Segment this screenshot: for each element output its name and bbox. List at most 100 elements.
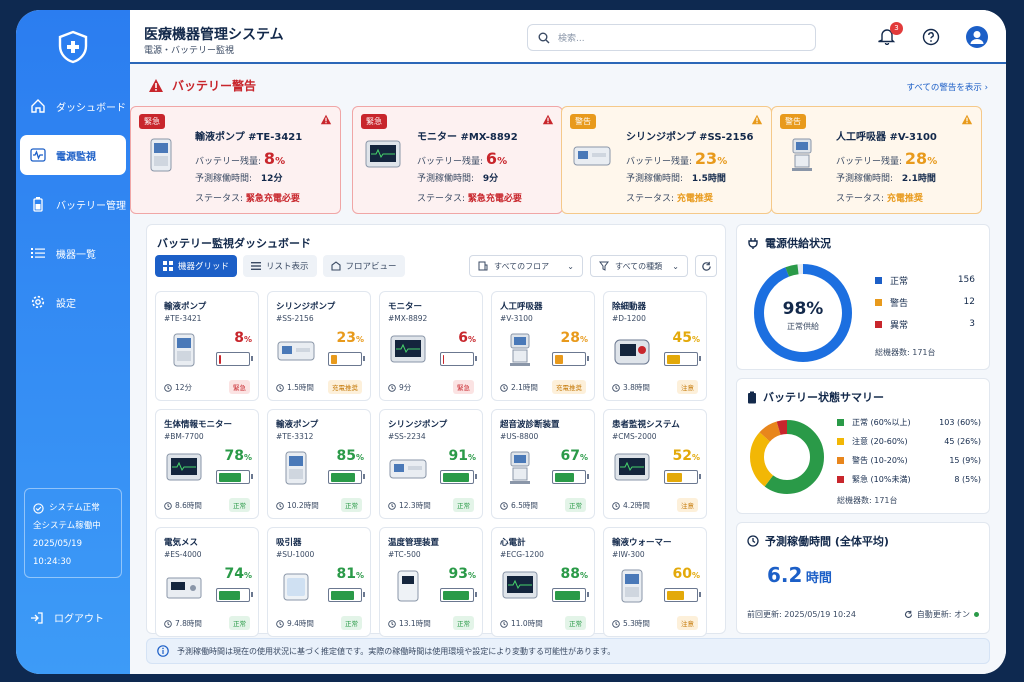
type-filter-value: すべての種類 (615, 261, 663, 271)
device-image (612, 568, 652, 604)
tab-list-view[interactable]: リスト表示 (243, 255, 317, 277)
building-icon (478, 261, 488, 271)
user-avatar-icon[interactable] (966, 26, 988, 48)
device-image (276, 568, 316, 604)
alert-card[interactable]: 警告 シリンジポンプ #SS-2156 バッテリー残量: 23% 予測稼働時間:… (561, 106, 772, 214)
device-card[interactable]: 超音波診断装置 #US-8800 67% 6.5時間 正常 (491, 409, 595, 519)
clock-icon (500, 383, 508, 392)
sidebar-item-settings[interactable]: 設定 (20, 282, 126, 322)
runtime-label: 予測稼働時間: (626, 174, 684, 184)
battery-bar (552, 588, 589, 602)
runtime-value: 3.8時間 (623, 383, 650, 392)
refresh-icon (904, 610, 912, 618)
runtime-value: 1.5時間 (287, 383, 314, 392)
device-card[interactable]: モニター #MX-8892 6% 9分 緊急 (379, 291, 483, 401)
device-card[interactable]: 輸液ポンプ #TE-3312 85% 10.2時間 正常 (267, 409, 371, 519)
device-id: #BM-7700 (164, 432, 204, 441)
device-name: シリンジポンプ (388, 420, 448, 430)
device-name: 心電計 (500, 538, 526, 548)
device-card[interactable]: 電気メス #ES-4000 74% 7.8時間 正常 (155, 527, 259, 637)
clock-icon (276, 619, 284, 628)
tab-device-grid[interactable]: 機器グリッド (155, 255, 238, 277)
alert-battery-row: バッテリー残量: 8% (195, 149, 285, 168)
device-card[interactable]: 生体情報モニター #BM-7700 78% 8.6時間 正常 (155, 409, 259, 519)
device-runtime: 9分 (388, 382, 411, 393)
alert-card[interactable]: 警告 人工呼吸器 #V-3100 バッテリー残量: 28% 予測稼働時間: 2.… (771, 106, 982, 214)
runtime-label: 予測稼働時間: (417, 174, 475, 184)
sidebar-item-power-monitor[interactable]: 電源監視 (20, 135, 126, 175)
device-image (164, 450, 204, 486)
alert-card[interactable]: 緊急 モニター #MX-8892 バッテリー残量: 6% 予測稼働時間: 9分 … (352, 106, 563, 214)
device-card[interactable]: 輸液ウォーマー #IW-300 60% 5.3時間 注意 (603, 527, 707, 637)
status-badge: 注意 (677, 616, 698, 630)
alert-status: 充電推奨 (886, 194, 923, 204)
runtime-label: 予測稼働時間: (195, 174, 253, 184)
device-id: #V-3100 (500, 314, 533, 323)
alert-card[interactable]: 緊急 輸液ポンプ #TE-3421 バッテリー残量: 8% 予測稼働時間: 12… (130, 106, 341, 214)
floor-filter-select[interactable]: すべてのフロア ⌄ (469, 255, 583, 277)
device-name: 除細動器 (612, 302, 647, 312)
battery-percent-value: 74 (224, 566, 244, 582)
device-card[interactable]: 除細動器 #D-1200 45% 3.8時間 注意 (603, 291, 707, 401)
battery-fill (442, 590, 470, 600)
device-grid: 輸液ポンプ #TE-3421 8% 12分 緊急 シリンジポンプ #SS-2156… (155, 291, 707, 637)
refresh-button[interactable] (695, 255, 717, 277)
device-card[interactable]: 輸液ポンプ #TE-3421 8% 12分 緊急 (155, 291, 259, 401)
alert-status-row: ステータス: 充電推奨 (626, 191, 713, 204)
legend-value: 45 (26%) (944, 437, 981, 446)
device-name: モニター (388, 302, 423, 312)
type-filter-select[interactable]: すべての種類 ⌄ (590, 255, 688, 277)
device-card[interactable]: 温度管理装置 #TC-500 93% 13.1時間 正常 (379, 527, 483, 637)
battery-fill (330, 590, 354, 600)
device-card[interactable]: 患者監視システム #CMS-2000 52% 4.2時間 注意 (603, 409, 707, 519)
refresh-icon (701, 261, 711, 271)
battery-bar (552, 470, 589, 484)
device-card[interactable]: 吸引器 #SU-1000 81% 9.4時間 正常 (267, 527, 371, 637)
device-image (612, 332, 652, 368)
device-card[interactable]: シリンジポンプ #SS-2156 23% 1.5時間 充電推奨 (267, 291, 371, 401)
battery-percent: 8% (234, 330, 252, 346)
status-badge: 正常 (341, 498, 362, 512)
battery-unit: % (497, 156, 508, 167)
notifications-button[interactable]: 3 (878, 21, 903, 48)
device-image (500, 568, 540, 604)
device-image (500, 450, 540, 486)
sidebar-item-device-list[interactable]: 機器一覧 (20, 233, 126, 273)
battery-percent: 85% (336, 448, 365, 464)
battery-percent: 6 (485, 149, 498, 168)
battery-percent: 45% (672, 330, 701, 346)
help-icon[interactable] (922, 28, 940, 46)
logout-button[interactable]: ログアウト (30, 610, 104, 625)
legend-label: 注意 (20-60%) (852, 437, 908, 446)
sidebar-item-dashboard[interactable]: ダッシュボード (20, 86, 126, 126)
battery-fill (442, 472, 469, 482)
clock-icon (388, 501, 396, 510)
sidebar-item-battery[interactable]: バッテリー管理 (20, 184, 126, 224)
device-card[interactable]: 人工呼吸器 #V-3100 28% 2.1時間 充電推奨 (491, 291, 595, 401)
search-input[interactable]: 検索... (527, 24, 816, 51)
alert-tag: 警告 (570, 114, 596, 129)
device-name: 輸液ポンプ (276, 420, 319, 430)
app-window: ダッシュボード 電源監視 バッテリー管理 機器一覧 設定 システム正常 全システ… (16, 10, 1006, 674)
alert-battery-row: バッテリー残量: 6% (417, 149, 507, 168)
device-image (276, 450, 316, 486)
battery-percent-value: 85 (336, 448, 356, 464)
device-card[interactable]: 心電計 #ECG-1200 88% 11.0時間 正常 (491, 527, 595, 637)
device-name: 吸引器 (276, 538, 302, 548)
home-icon (31, 99, 45, 113)
device-id: #SS-2156 (276, 314, 314, 323)
grid-icon (163, 261, 173, 271)
view-all-alerts-link[interactable]: すべての警告を表示 › (906, 81, 988, 93)
battery-percent: 74% (224, 566, 253, 582)
chevron-down-icon: ⌄ (567, 261, 574, 271)
battery-percent-value: 23 (336, 330, 356, 346)
runtime-value: 12分 (260, 174, 283, 184)
auto-update-toggle[interactable]: 自動更新: オン (904, 609, 979, 620)
battery-bar (328, 588, 365, 602)
status-label: ステータス: (626, 194, 675, 204)
sidebar-item-label: バッテリー管理 (56, 200, 126, 212)
battery-fill (554, 590, 581, 600)
device-card[interactable]: シリンジポンプ #SS-2234 91% 12.3時間 正常 (379, 409, 483, 519)
runtime-value: 2.1時間 (511, 383, 538, 392)
tab-floor-view[interactable]: フロアビュー (322, 255, 405, 277)
